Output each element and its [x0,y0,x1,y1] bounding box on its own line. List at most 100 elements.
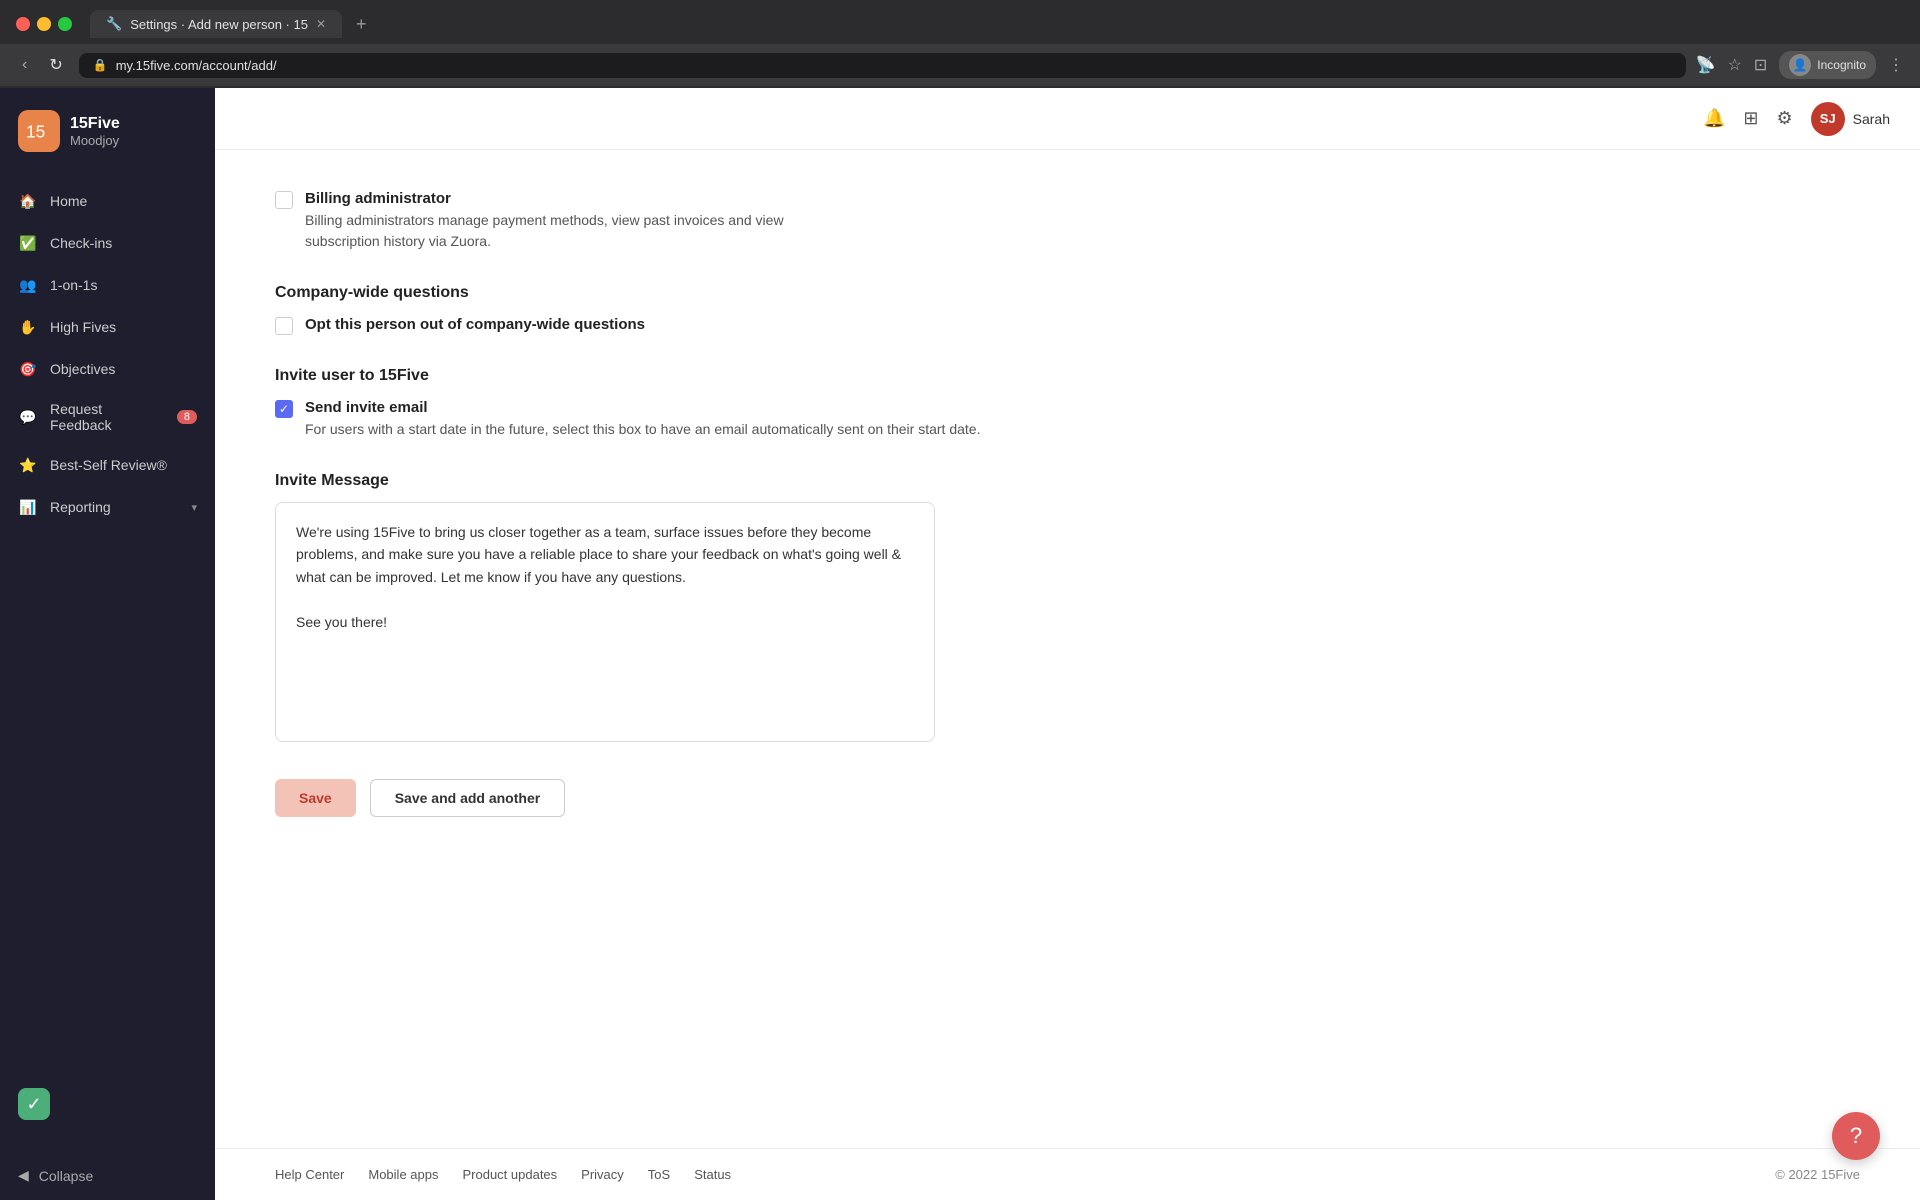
invite-user-section: Invite user to 15Five Send invite email … [275,367,1155,440]
split-view-icon[interactable]: ⊡ [1754,55,1767,75]
chat-icon: 💬 [18,407,38,427]
billing-admin-checkbox[interactable] [275,191,293,209]
maximize-window-button[interactable] [58,17,72,31]
target-icon: 🎯 [18,359,38,379]
footer-help-center[interactable]: Help Center [275,1167,344,1182]
avatar-initials: SJ [1820,111,1836,126]
back-button[interactable]: ‹ [16,52,33,78]
opt-out-label: Opt this person out of company-wide ques… [305,316,645,333]
check-badge: ✓ [18,1088,50,1120]
sidebar-item-requestfeedback[interactable]: 💬 Request Feedback 8 [0,390,215,444]
address-text: my.15five.com/account/add/ [116,58,277,73]
request-feedback-badge: 8 [177,410,197,424]
sidebar: 15 15Five Moodjoy 🏠 Home ✅ Check-ins 👥 1… [0,88,215,1200]
chevron-down-icon: ▾ [191,501,197,514]
browser-tab[interactable]: 🔧 Settings · Add new person · 15 ✕ [90,10,342,38]
grid-icon[interactable]: ⊞ [1743,108,1758,129]
reload-button[interactable]: ↻ [43,51,68,79]
sidebar-item-reporting[interactable]: 📊 Reporting ▾ [0,486,215,528]
footer-product-updates[interactable]: Product updates [462,1167,557,1182]
browser-chrome: 🔧 Settings · Add new person · 15 ✕ + ‹ ↻… [0,0,1920,88]
company-questions-section: Company-wide questions Opt this person o… [275,284,1155,335]
sidebar-item-label-reporting: Reporting [50,499,111,515]
incognito-label: Incognito [1817,58,1866,72]
opt-out-checkbox[interactable] [275,317,293,335]
star-icon: ⭐ [18,455,38,475]
footer-links: Help Center Mobile apps Product updates … [275,1167,731,1182]
invite-message-section: Invite Message We're using 15Five to bri… [275,472,1155,747]
lock-icon: 🔒 [93,58,108,72]
sidebar-item-home[interactable]: 🏠 Home [0,180,215,222]
footer-tos[interactable]: ToS [648,1167,670,1182]
sidebar-item-label-checkins: Check-ins [50,235,112,251]
footer-status[interactable]: Status [694,1167,731,1182]
footer-copyright: © 2022 15Five [1775,1167,1860,1182]
sidebar-item-bestselfreview[interactable]: ⭐ Best-Self Review® [0,444,215,486]
help-fab-button[interactable]: ? [1832,1112,1880,1160]
collapse-button[interactable]: ◀ Collapse [18,1167,197,1184]
sidebar-item-checkins[interactable]: ✅ Check-ins [0,222,215,264]
sidebar-item-label-objectives: Objectives [50,361,115,377]
home-icon: 🏠 [18,191,38,211]
brand-logo: 15 [18,110,60,152]
browser-nav: ‹ ↻ 🔒 my.15five.com/account/add/ 📡 ☆ ⊡ 👤… [0,44,1920,86]
main-content: 🔔 ⊞ ⚙ SJ Sarah Billing administrator [215,88,1920,1200]
top-header: 🔔 ⊞ ⚙ SJ Sarah [215,88,1920,150]
save-button[interactable]: Save [275,779,356,817]
billing-admin-label: Billing administrator [305,190,784,207]
checkmark-icon: ✓ [26,1094,41,1115]
sidebar-item-label-highfives: High Fives [50,319,116,335]
brand-sub: Moodjoy [70,133,120,148]
action-buttons: Save Save and add another [275,779,1155,817]
sidebar-brand: 15 15Five Moodjoy [0,88,215,172]
bar-chart-icon: 📊 [18,497,38,517]
sidebar-item-objectives[interactable]: 🎯 Objectives [0,348,215,390]
opt-out-row: Opt this person out of company-wide ques… [275,316,1155,335]
header-username: Sarah [1853,111,1890,127]
footer-privacy[interactable]: Privacy [581,1167,624,1182]
billing-admin-section: Billing administrator Billing administra… [275,190,1155,252]
company-questions-title: Company-wide questions [275,284,1155,302]
app-container: 15 15Five Moodjoy 🏠 Home ✅ Check-ins 👥 1… [0,88,1920,1200]
send-invite-desc: For users with a start date in the futur… [305,419,980,440]
sidebar-item-label-oneonones: 1-on-1s [50,277,97,293]
bookmark-icon[interactable]: ☆ [1728,55,1742,75]
svg-text:15: 15 [26,122,45,142]
avatar: SJ [1811,102,1845,136]
settings-icon[interactable]: ⚙ [1777,108,1793,129]
header-user: SJ Sarah [1811,102,1890,136]
send-invite-row: Send invite email For users with a start… [275,399,1155,440]
invite-message-textarea[interactable]: We're using 15Five to bring us closer to… [275,502,935,742]
brand-name: 15Five [70,114,120,133]
check-circle-icon: ✅ [18,233,38,253]
billing-admin-desc: Billing administrators manage payment me… [305,210,784,252]
nav-right-icons: 📡 ☆ ⊡ 👤 Incognito ⋮ [1696,51,1904,79]
notification-icon[interactable]: 🔔 [1703,108,1725,129]
invite-message-label: Invite Message [275,472,1155,490]
sidebar-item-label-requestfeedback: Request Feedback [50,401,165,433]
menu-icon[interactable]: ⋮ [1888,55,1904,75]
save-and-add-another-button[interactable]: Save and add another [370,779,565,817]
tab-title: Settings · Add new person · 15 [130,17,308,32]
sidebar-item-label-bestselfreview: Best-Self Review® [50,457,167,473]
send-invite-checkbox[interactable] [275,400,293,418]
close-window-button[interactable] [16,17,30,31]
collapse-icon: ◀ [18,1167,29,1184]
send-invite-label: Send invite email [305,399,980,416]
billing-admin-row: Billing administrator Billing administra… [275,190,1155,252]
traffic-lights [16,17,72,31]
sidebar-item-highfives[interactable]: ✋ High Fives [0,306,215,348]
cast-icon: 📡 [1696,55,1716,75]
invite-title: Invite user to 15Five [275,367,1155,385]
minimize-window-button[interactable] [37,17,51,31]
hand-icon: ✋ [18,317,38,337]
address-bar[interactable]: 🔒 my.15five.com/account/add/ [79,53,1686,78]
tab-favicon: 🔧 [106,16,122,32]
tab-close-button[interactable]: ✕ [316,17,326,31]
sidebar-nav: 🏠 Home ✅ Check-ins 👥 1-on-1s ✋ High Five… [0,172,215,1151]
question-mark-icon: ? [1850,1123,1862,1149]
page-footer: Help Center Mobile apps Product updates … [215,1148,1920,1200]
footer-mobile-apps[interactable]: Mobile apps [368,1167,438,1182]
sidebar-item-oneonones[interactable]: 👥 1-on-1s [0,264,215,306]
new-tab-button[interactable]: + [356,14,367,35]
